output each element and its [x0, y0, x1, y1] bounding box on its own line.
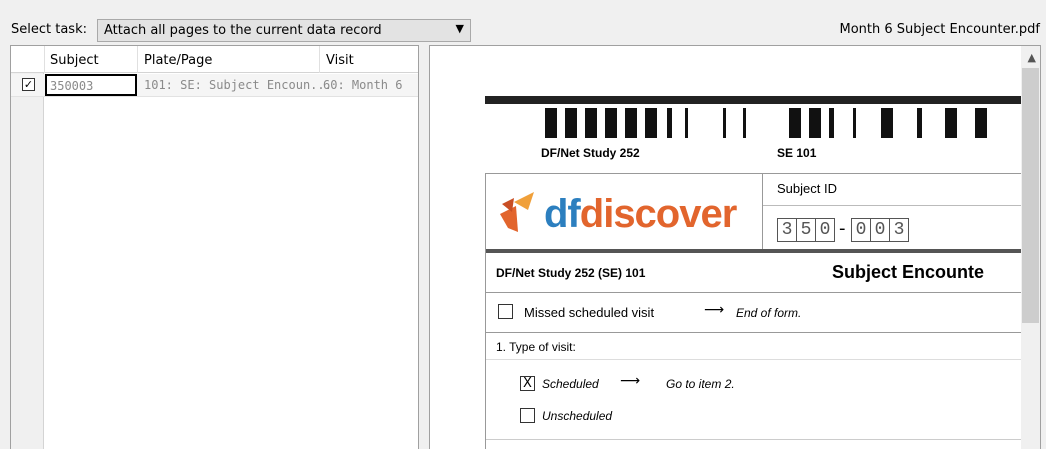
chevron-down-icon[interactable]: ▼	[456, 22, 464, 35]
column-header-subject[interactable]: Subject	[50, 53, 99, 68]
logo-mark-icon	[500, 192, 534, 232]
column-separator[interactable]	[137, 46, 138, 73]
subject-value: 350003	[50, 79, 94, 93]
subject-cell[interactable]: 350003	[45, 74, 137, 96]
barcode-plate-label: SE 101	[777, 146, 817, 160]
scrollbar-thumb[interactable]	[1022, 68, 1039, 323]
scroll-up-icon[interactable]: ▲	[1028, 51, 1036, 64]
subject-id-label: Subject ID	[777, 181, 837, 196]
visit-cell[interactable]: 60: Month 6	[323, 78, 402, 92]
column-header-visit[interactable]: Visit	[326, 53, 354, 68]
arrow-right-icon: ⟶	[620, 373, 641, 389]
form-title: Subject Encounte	[832, 262, 985, 282]
file-name: Month 6 Subject Encounter.pdf	[839, 22, 1040, 37]
option-scheduled: Scheduled	[542, 377, 599, 391]
subject-id-dash: -	[839, 218, 846, 239]
missed-visit-goto: End of form.	[736, 306, 802, 320]
pdf-page: DF/Net Study 252 SE 101 dfdiscover Subje…	[485, 96, 1027, 449]
barcode-study-label: DF/Net Study 252	[541, 146, 640, 160]
subject-id-box: Subject ID 3 5 0 - 0 0 3	[762, 174, 1027, 249]
subject-id-digit: 0	[870, 218, 890, 242]
form-body: dfdiscover Subject ID 3 5 0 - 0 0 3 DF/N…	[485, 173, 1027, 449]
column-separator[interactable]	[319, 46, 320, 73]
task-select-value: Attach all pages to the current data rec…	[104, 23, 382, 38]
row-gutter	[11, 73, 44, 449]
column-separator[interactable]	[44, 46, 45, 73]
dfdiscover-logo: dfdiscover	[494, 184, 737, 244]
subject-id-digit: 3	[889, 218, 909, 242]
option-scheduled-goto: Go to item 2.	[666, 377, 735, 391]
toolbar: Select task: Attach all pages to the cur…	[0, 0, 1046, 42]
column-header-plate-page[interactable]: Plate/Page	[144, 53, 212, 68]
scheduled-checkbox: X	[520, 376, 535, 391]
option-unscheduled: Unscheduled	[542, 409, 613, 423]
unscheduled-checkbox	[520, 408, 535, 423]
question-1-label: 1. Type of visit:	[496, 340, 576, 354]
subject-id-digit: 3	[777, 218, 797, 242]
subject-id-digit: 0	[851, 218, 871, 242]
table-header: Subject Plate/Page Visit	[11, 46, 418, 73]
subject-id-digit: 0	[815, 218, 835, 242]
plate-page-cell[interactable]: 101: SE: Subject Encoun...	[144, 78, 332, 92]
vertical-scrollbar[interactable]: ▲	[1021, 46, 1040, 449]
page-assignment-table: Subject Plate/Page Visit ✓ 350003 101: S…	[10, 45, 419, 449]
table-row[interactable]: ✓ 350003 101: SE: Subject Encoun... 60: …	[11, 74, 418, 97]
form-code: DF/Net Study 252 (SE) 101	[496, 266, 646, 280]
row-checkbox[interactable]: ✓	[22, 78, 35, 91]
task-label: Select task:	[11, 22, 87, 37]
missed-visit-label: Missed scheduled visit	[524, 305, 655, 320]
arrow-right-icon: ⟶	[704, 302, 725, 318]
task-select[interactable]: Attach all pages to the current data rec…	[97, 19, 471, 42]
page-top-bar	[485, 96, 1025, 104]
missed-visit-checkbox	[498, 304, 513, 319]
pdf-preview: DF/Net Study 252 SE 101 dfdiscover Subje…	[429, 45, 1041, 449]
subject-id-digit: 5	[796, 218, 816, 242]
